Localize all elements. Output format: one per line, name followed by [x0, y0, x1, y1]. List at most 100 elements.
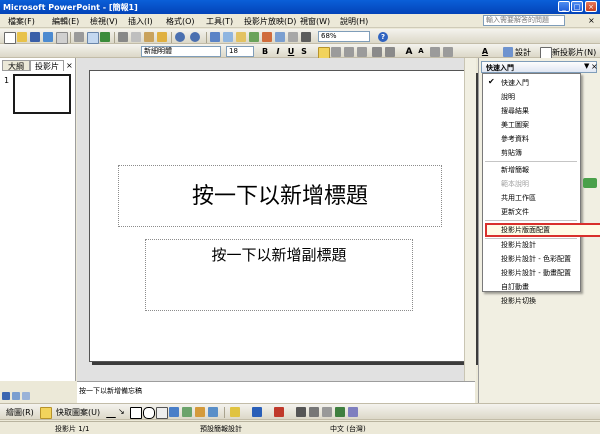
- print-preview-icon[interactable]: [87, 32, 99, 44]
- expand-all-icon[interactable]: [275, 32, 285, 42]
- numbering-icon[interactable]: [372, 47, 382, 57]
- document-close-button[interactable]: ×: [588, 16, 595, 25]
- email-icon[interactable]: [56, 32, 68, 44]
- grayscale-icon[interactable]: [301, 32, 311, 42]
- fill-color-icon[interactable]: [230, 407, 240, 417]
- maximize-button[interactable]: □: [571, 1, 583, 12]
- decrease-indent-icon[interactable]: [430, 47, 440, 57]
- shrink-font-button[interactable]: A: [416, 47, 426, 55]
- print-icon[interactable]: [74, 32, 84, 42]
- menu-help[interactable]: 說明(H): [340, 16, 368, 27]
- picture-icon[interactable]: [208, 407, 218, 417]
- menu-item[interactable]: 共用工作區: [501, 193, 536, 203]
- menu-item[interactable]: 投影片切換: [501, 296, 536, 306]
- menu-item[interactable]: 新增簡報: [501, 165, 529, 175]
- zoom-select[interactable]: 68%: [318, 31, 370, 42]
- close-button[interactable]: ×: [585, 1, 597, 12]
- 3d-style-icon[interactable]: [348, 407, 358, 417]
- sorter-view-icon[interactable]: [12, 392, 20, 400]
- chevron-down-icon[interactable]: ▼: [584, 62, 589, 70]
- insert-picture-icon[interactable]: [249, 32, 259, 42]
- tables-borders-icon[interactable]: [236, 32, 246, 42]
- clipart-icon[interactable]: [195, 407, 205, 417]
- menu-window[interactable]: 視窗(W): [300, 16, 330, 27]
- autoshapes-button[interactable]: 快取圖案(U): [56, 407, 100, 418]
- minimize-button[interactable]: _: [558, 1, 570, 12]
- menu-item[interactable]: 美工圖案: [501, 120, 529, 130]
- menu-item[interactable]: 更新文件: [501, 207, 529, 217]
- justify-icon[interactable]: [357, 47, 367, 57]
- rectangle-icon[interactable]: [130, 407, 142, 419]
- font-size-select[interactable]: 18: [226, 46, 254, 57]
- bold-button[interactable]: B: [260, 47, 270, 56]
- menu-item[interactable]: 說明: [501, 92, 515, 102]
- menu-item[interactable]: 搜尋結果: [501, 106, 529, 116]
- menu-file[interactable]: 檔案(F): [8, 16, 35, 27]
- cut-icon[interactable]: [118, 32, 128, 42]
- help-icon[interactable]: ?: [378, 32, 388, 42]
- increase-indent-icon[interactable]: [443, 47, 453, 57]
- close-icon[interactable]: ×: [591, 62, 598, 71]
- menu-item[interactable]: 投影片設計: [501, 240, 536, 250]
- line-icon[interactable]: [106, 407, 116, 418]
- shadow-style-icon[interactable]: [335, 407, 345, 417]
- menu-slideshow[interactable]: 投影片放映(D): [244, 16, 296, 27]
- design-button[interactable]: 設計: [515, 47, 531, 58]
- font-name-select[interactable]: 新細明體: [141, 46, 221, 57]
- tab-outline[interactable]: 大綱: [2, 60, 30, 71]
- underline-button[interactable]: U: [286, 47, 296, 56]
- slide-canvas[interactable]: 按一下以新增標題 按一下以新增副標題: [89, 70, 475, 362]
- diagram-icon[interactable]: [182, 407, 192, 417]
- draw-menu-button[interactable]: 繪圖(R): [6, 407, 34, 418]
- new-document-icon[interactable]: [4, 32, 16, 44]
- font-color-button[interactable]: A: [480, 47, 490, 56]
- menu-edit[interactable]: 編輯(E): [52, 16, 79, 27]
- menu-item[interactable]: 自訂動畫: [501, 282, 529, 292]
- menu-item[interactable]: 剪貼簿: [501, 148, 522, 158]
- insert-chart-icon[interactable]: [210, 32, 220, 42]
- subtitle-placeholder[interactable]: 按一下以新增副標題: [145, 239, 413, 311]
- align-center-icon[interactable]: [331, 47, 341, 57]
- insert-diagram-icon[interactable]: [262, 32, 272, 42]
- slideshow-view-icon[interactable]: [22, 392, 30, 400]
- menu-insert[interactable]: 插入(I): [128, 16, 153, 27]
- line-style-icon[interactable]: [296, 407, 306, 417]
- shadow-button[interactable]: S: [299, 47, 309, 56]
- grow-font-button[interactable]: A: [404, 47, 414, 57]
- menu-item[interactable]: 投影片設計 - 色彩配置: [501, 254, 571, 264]
- select-objects-icon[interactable]: [40, 407, 52, 419]
- font-color-icon[interactable]: [274, 407, 284, 417]
- new-slide-button[interactable]: 新投影片(N): [552, 47, 596, 58]
- copy-icon[interactable]: [131, 32, 141, 42]
- dash-style-icon[interactable]: [309, 407, 319, 417]
- menu-item-highlighted[interactable]: 投影片版面配置: [501, 225, 550, 235]
- permission-icon[interactable]: [43, 32, 53, 42]
- format-painter-icon[interactable]: [157, 32, 167, 42]
- paste-icon[interactable]: [144, 32, 154, 42]
- line-color-icon[interactable]: [252, 407, 262, 417]
- align-right-icon[interactable]: [344, 47, 354, 57]
- menu-item[interactable]: 投影片設計 - 動畫配置: [501, 268, 571, 278]
- wordart-icon[interactable]: [169, 407, 179, 417]
- arrow-icon[interactable]: ↘: [118, 407, 128, 417]
- notes-pane[interactable]: 按一下以新增備忘稿: [77, 381, 475, 403]
- undo-icon[interactable]: [175, 32, 185, 42]
- pane-close-button[interactable]: ×: [66, 61, 73, 70]
- tab-slides[interactable]: 投影片: [30, 60, 64, 71]
- save-icon[interactable]: [30, 32, 40, 42]
- open-folder-icon[interactable]: [17, 32, 27, 42]
- menu-format[interactable]: 格式(O): [166, 16, 195, 27]
- vertical-scrollbar[interactable]: [464, 58, 476, 381]
- insert-table-icon[interactable]: [223, 32, 233, 42]
- spelling-icon[interactable]: [100, 32, 110, 42]
- show-formatting-icon[interactable]: [288, 32, 298, 42]
- arrow-style-icon[interactable]: [322, 407, 332, 417]
- menu-view[interactable]: 檢視(V): [90, 16, 118, 27]
- menu-tools[interactable]: 工具(T): [206, 16, 233, 27]
- normal-view-icon[interactable]: [2, 392, 10, 400]
- help-question-box[interactable]: 輸入需要解答的問題: [483, 15, 565, 26]
- slide-thumbnail[interactable]: [13, 74, 71, 114]
- textbox-icon[interactable]: [156, 407, 168, 419]
- italic-button[interactable]: I: [273, 47, 283, 56]
- forward-arrow-icon[interactable]: [583, 178, 597, 188]
